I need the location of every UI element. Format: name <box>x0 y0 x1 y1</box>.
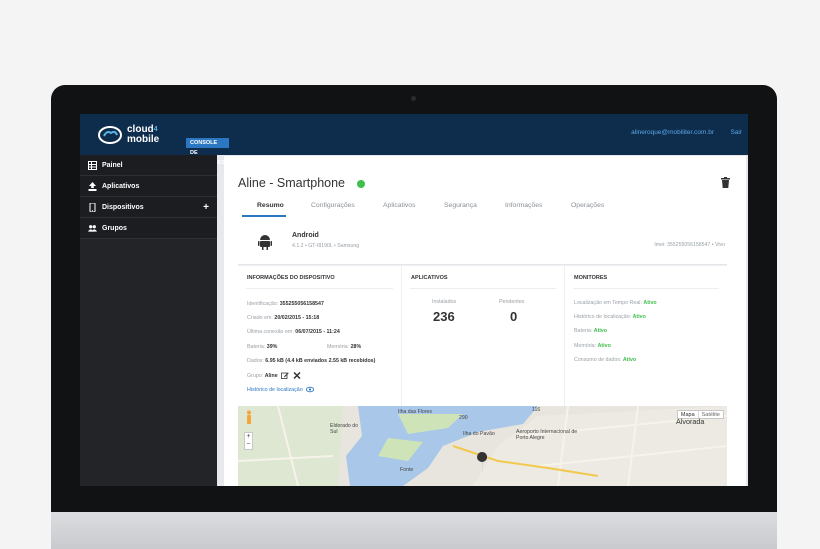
pegman-icon[interactable] <box>246 410 252 424</box>
zoom-in-button[interactable]: + <box>245 433 252 441</box>
users-icon <box>88 225 97 232</box>
tab-operacoes[interactable]: Operações <box>571 202 604 209</box>
sidebar-item-label: Dispositivos <box>102 204 144 211</box>
eye-icon <box>306 386 315 393</box>
location-map[interactable]: + − Mapa Satélite Ilha das Flores Eldora… <box>238 406 727 486</box>
page-title: Aline - Smartphone <box>238 176 346 190</box>
tab-resumo[interactable]: Resumo <box>257 202 284 209</box>
map-canvas <box>238 406 727 486</box>
card-heading: MONITORES <box>574 275 608 281</box>
summary-content: Android 4.1.2 • GT-I8190L • Samsung Imei… <box>238 218 727 486</box>
sidebar: Painel Aplicativos Dispositivos + Grupos <box>80 155 217 486</box>
identificacao-row: Identificação: 355255056158547 <box>247 301 324 307</box>
card-heading: APLICATIVOS <box>411 275 448 281</box>
monitor-row: Consumo de dados: Ativo <box>574 357 637 363</box>
laptop-mockup: cloud4 mobile CONSOLE DE OPERAÇÕES aline… <box>0 0 820 549</box>
app-screen: cloud4 mobile CONSOLE DE OPERAÇÕES aline… <box>80 114 748 486</box>
map-label: Aeroporto Internacional de Porto Alegre <box>516 429 578 441</box>
monitors-card: MONITORES Localização em Tempo Real: Ati… <box>565 266 727 406</box>
apps-card: APLICATIVOS Instalados 236 Pendentes 0 <box>402 266 564 406</box>
historico-link[interactable]: Histórico de localização <box>247 386 315 393</box>
trash-icon[interactable] <box>721 177 730 188</box>
criado-row: Criado em: 20/02/2015 - 15:18 <box>247 315 320 321</box>
pending-count[interactable]: 0 <box>510 309 517 324</box>
monitor-row: Localização em Tempo Real: Ativo <box>574 300 657 306</box>
edit-icon[interactable] <box>281 372 289 379</box>
map-label: Fonte <box>400 467 414 473</box>
map-label: 290 <box>459 415 468 421</box>
ultima-conexao-row: Última conexão em: 06/07/2015 - 11:24 <box>247 329 340 335</box>
map-label: Ilha do Pavão <box>463 431 495 437</box>
tab-seguranca[interactable]: Segurança <box>444 202 477 209</box>
sidebar-item-dispositivos[interactable]: Dispositivos + <box>80 197 217 218</box>
cloud-logo-icon <box>98 126 122 144</box>
pending-label: Pendentes <box>499 299 525 305</box>
installed-count[interactable]: 236 <box>433 309 455 324</box>
map-label: Ilha das Flores <box>398 409 433 415</box>
add-device-button[interactable]: + <box>203 197 209 218</box>
tab-aplicativos[interactable]: Aplicativos <box>383 202 416 209</box>
memoria-row: Memória: 28% <box>327 344 362 350</box>
map-label: Alvorada <box>676 417 705 426</box>
dados-row: Dados: 6.95 kB (4.4 kB enviados 2.55 kB … <box>247 358 376 364</box>
os-name: Android <box>292 232 319 239</box>
top-navbar: cloud4 mobile CONSOLE DE OPERAÇÕES aline… <box>80 114 748 166</box>
tab-informacoes[interactable]: Informações <box>505 202 542 209</box>
sidebar-item-aplicativos[interactable]: Aplicativos <box>80 176 217 197</box>
device-summary-card: Android 4.1.2 • GT-I8190L • Samsung Imei… <box>238 218 727 265</box>
laptop-base <box>51 512 777 549</box>
tab-configuracoes[interactable]: Configurações <box>311 202 355 209</box>
cloud4mobile-logo[interactable]: cloud4 mobile CONSOLE DE OPERAÇÕES <box>96 123 230 166</box>
sidebar-item-painel[interactable]: Painel <box>80 155 217 176</box>
monitor-row: Histórico de localização: Ativo <box>574 314 646 320</box>
zoom-out-button[interactable]: − <box>245 441 252 449</box>
android-icon <box>258 235 272 250</box>
monitor-row: Memória: Ativo <box>574 343 611 349</box>
os-details: 4.1.2 • GT-I8190L • Samsung <box>292 243 360 249</box>
device-info-card: INFORMAÇÕES DO DISPOSITIVO Identificação… <box>238 266 401 406</box>
monitor-row: Bateria: Ativo <box>574 328 607 334</box>
upload-icon <box>88 182 97 191</box>
active-tab-indicator <box>242 215 286 217</box>
grupo-row: Grupo: Aline <box>247 372 301 379</box>
device-panel: Aline - Smartphone Resumo Configurações … <box>224 156 746 486</box>
map-label: 116 <box>532 407 541 413</box>
card-heading: INFORMAÇÕES DO DISPOSITIVO <box>247 275 335 281</box>
sidebar-item-label: Painel <box>102 162 123 169</box>
logo-text: cloud4 mobile <box>127 124 160 145</box>
sidebar-item-label: Grupos <box>102 225 127 232</box>
close-icon[interactable] <box>293 372 301 379</box>
bateria-row: Bateria: 39% <box>247 344 278 350</box>
sidebar-item-label: Aplicativos <box>102 183 140 190</box>
divider <box>246 288 393 289</box>
phone-icon <box>89 203 96 212</box>
map-label: Eldorado do Sul <box>330 423 358 435</box>
table-icon <box>88 161 97 170</box>
logout-link[interactable]: Sair <box>730 129 742 136</box>
webcam <box>411 96 416 101</box>
sidebar-item-grupos[interactable]: Grupos <box>80 218 217 239</box>
divider <box>573 288 719 289</box>
installed-label: Instalados <box>432 299 457 305</box>
online-status-dot <box>357 180 365 188</box>
divider <box>410 288 556 289</box>
user-email-link[interactable]: alineroque@mobiliter.com.br <box>631 129 714 136</box>
imei-text: Imei: 355255056158547 • Vivo <box>654 242 725 248</box>
zoom-control[interactable]: + − <box>244 432 253 450</box>
console-badge: CONSOLE DE OPERAÇÕES <box>186 138 230 166</box>
